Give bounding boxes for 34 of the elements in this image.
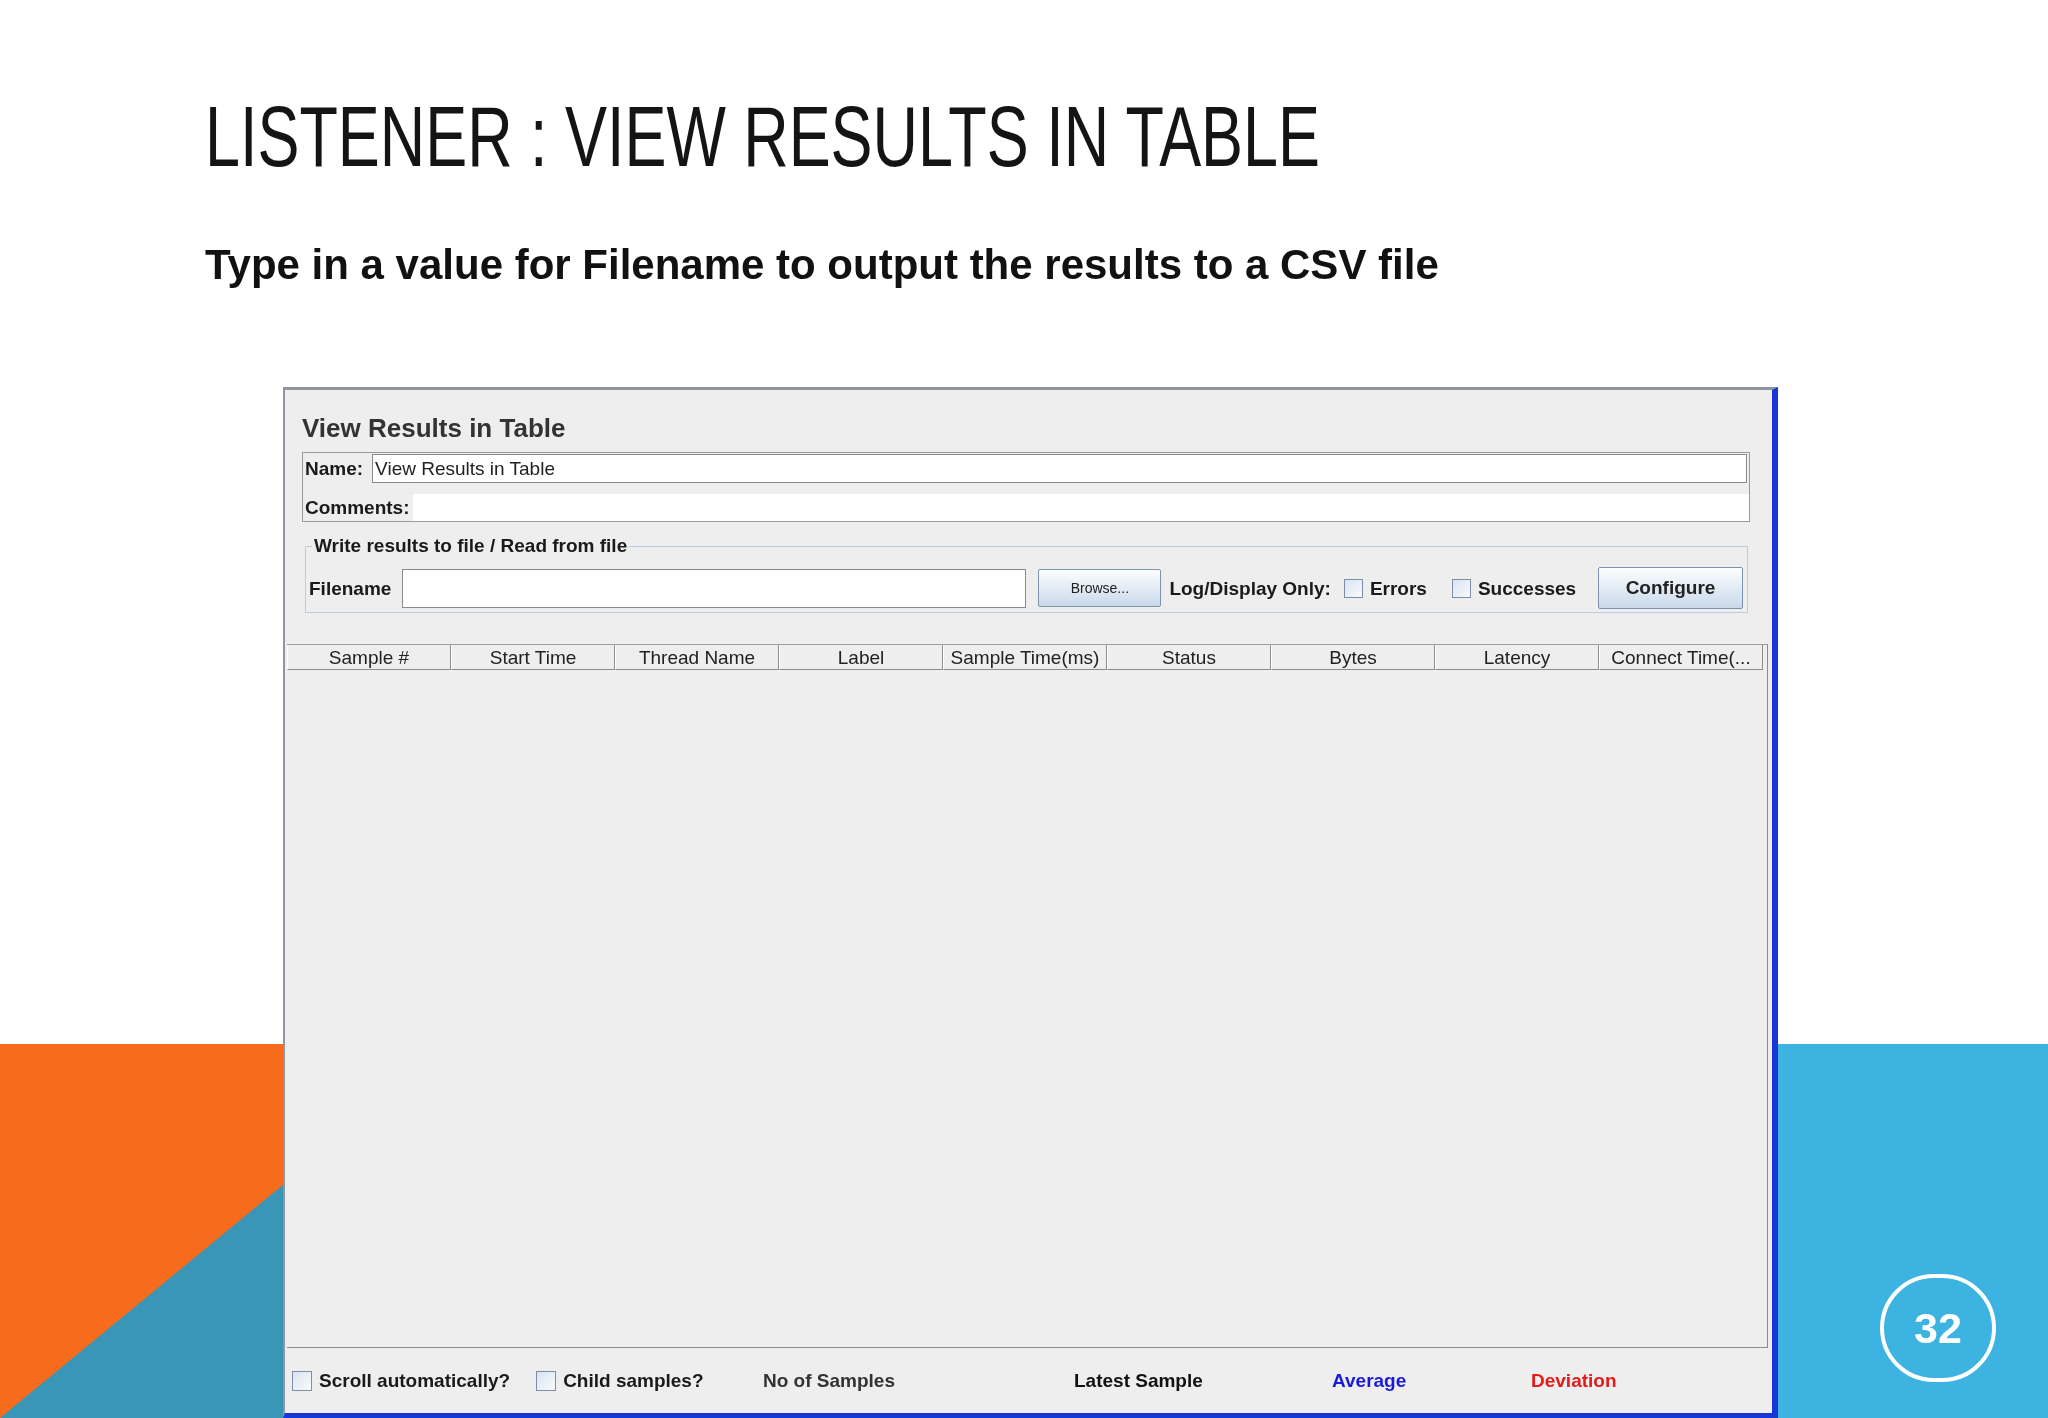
stat-label: Average [1332, 1371, 1407, 1390]
stat-label: Latest Sample [1074, 1371, 1203, 1390]
checkbox-label[interactable]: Scroll automatically? [319, 1371, 511, 1390]
checkbox[interactable] [292, 1370, 312, 1391]
checkbox-label[interactable]: Child samples? [563, 1371, 704, 1390]
filename-input[interactable] [402, 568, 1027, 608]
checkbox[interactable] [1343, 578, 1363, 598]
filename-label: Filename [309, 578, 392, 598]
column-header[interactable]: Connect Time(... [1599, 645, 1763, 670]
name-input[interactable]: View Results in Table [372, 454, 1747, 483]
slide-title: LISTENER : VIEW RESULTS IN TABLE [205, 94, 1320, 179]
column-header[interactable]: Label [779, 645, 943, 670]
column-header[interactable]: Sample Time(ms) [943, 645, 1107, 670]
column-header[interactable]: Latency [1435, 645, 1599, 670]
column-header[interactable]: Sample # [287, 645, 451, 670]
browse-button[interactable]: Browse... [1038, 569, 1162, 607]
checkbox-label[interactable]: Successes [1477, 578, 1577, 598]
comments-input[interactable] [412, 494, 1749, 521]
column-header[interactable]: Thread Name [615, 645, 779, 670]
column-header[interactable]: Status [1107, 645, 1271, 670]
column-header[interactable]: Start Time [451, 645, 615, 670]
comments-label: Comments: [305, 498, 410, 517]
filter-label: Log/Display Only: [1169, 578, 1331, 598]
slide-subtitle: Type in a value for Filename to output the results to a CSV file [205, 244, 1439, 286]
checkbox[interactable] [1451, 578, 1471, 598]
panel-title: View Results in Table [302, 415, 566, 441]
checkbox[interactable] [536, 1370, 557, 1391]
column-header[interactable]: Bytes [1271, 645, 1435, 670]
stat-label: No of Samples [763, 1371, 895, 1390]
stat-label: Deviation [1531, 1371, 1617, 1390]
page-number: 32 [1880, 1274, 1996, 1382]
checkbox-label[interactable]: Errors [1369, 578, 1427, 598]
name-label: Name: [305, 459, 364, 478]
configure-button[interactable]: Configure [1598, 567, 1743, 609]
